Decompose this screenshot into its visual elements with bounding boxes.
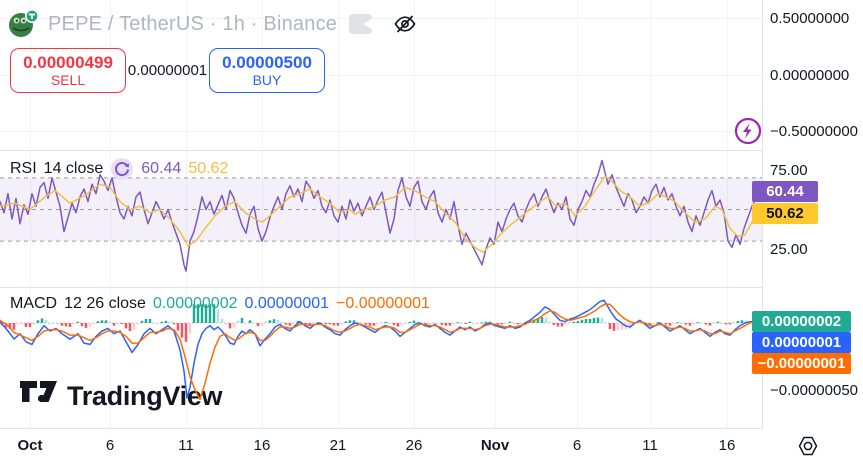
macd-title: MACD bbox=[10, 295, 58, 312]
time-tick-label: Nov bbox=[480, 437, 510, 454]
gridline bbox=[0, 131, 762, 132]
macd-line-badge: 0.00000001 bbox=[752, 332, 851, 353]
price-axis-label: 0.00000000 bbox=[770, 67, 850, 84]
macd-indicator-header[interactable]: MACD 12 26 close 0.00000002 0.00000001 −… bbox=[10, 295, 430, 313]
time-tick-label: 16 bbox=[253, 437, 271, 454]
time-tick-label: 21 bbox=[329, 437, 347, 454]
macd-axis-label: −0.00000050 bbox=[770, 382, 859, 399]
price-axis-label: −0.50000000 bbox=[770, 123, 859, 140]
macd-line-value: 0.00000001 bbox=[244, 295, 330, 312]
rsi-axis-label: 75.00 bbox=[770, 162, 808, 179]
pane-divider[interactable] bbox=[0, 287, 863, 288]
collapse-flag-icon[interactable] bbox=[349, 14, 373, 34]
sell-button[interactable]: 0.00000499 SELL bbox=[10, 48, 126, 93]
price-axis[interactable]: 0.50000000 0.00000000 −0.50000000 75.00 … bbox=[752, 0, 863, 463]
macd-hist-value: 0.00000002 bbox=[152, 295, 238, 312]
rsi-indicator-header[interactable]: RSI 14 close 60.44 50.62 bbox=[10, 157, 228, 181]
rsi-refresh-icon[interactable] bbox=[110, 157, 134, 181]
rsi-axis-label: 25.00 bbox=[770, 241, 808, 258]
buy-label: BUY bbox=[252, 72, 282, 88]
time-axis-settings-icon[interactable] bbox=[797, 435, 819, 462]
symbol-logo-pepe-icon bbox=[8, 9, 40, 39]
rsi-value: 60.44 bbox=[141, 160, 182, 177]
price-axis-label: 0.50000000 bbox=[770, 10, 850, 27]
buy-button[interactable]: 0.00000500 BUY bbox=[209, 48, 325, 93]
spread-value: 0.00000001 bbox=[127, 62, 208, 79]
time-tick-label: 6 bbox=[572, 437, 582, 454]
time-axis[interactable]: Oct 6 11 16 21 26 Nov 6 11 16 bbox=[0, 429, 863, 463]
time-tick-label: 26 bbox=[405, 437, 423, 454]
sell-label: SELL bbox=[50, 72, 86, 88]
chart-window: PEPE / TetherUS · 1h · Binance 0.0000049… bbox=[0, 0, 863, 463]
symbol-title[interactable]: PEPE / TetherUS · 1h · Binance bbox=[48, 13, 337, 36]
rsi-title: RSI bbox=[10, 160, 37, 177]
time-tick-label: 11 bbox=[642, 437, 658, 454]
pane-divider[interactable] bbox=[0, 150, 863, 151]
macd-signal-badge: −0.00000001 bbox=[752, 353, 851, 374]
time-tick-label: Oct bbox=[17, 437, 43, 454]
macd-signal-value: −0.00000001 bbox=[336, 295, 430, 312]
rsi-ma-value: 50.62 bbox=[188, 160, 229, 177]
time-tick-label: 16 bbox=[718, 437, 736, 454]
time-tick-label: 6 bbox=[105, 437, 115, 454]
instant-order-lightning-icon[interactable] bbox=[734, 117, 762, 150]
rsi-params: 14 close bbox=[43, 160, 104, 177]
sell-price: 0.00000499 bbox=[23, 53, 113, 72]
eye-hidden-icon[interactable] bbox=[393, 12, 417, 36]
rsi-value-badge: 60.44 bbox=[752, 181, 818, 202]
rsi-ma-value-badge: 50.62 bbox=[752, 203, 818, 224]
buy-price: 0.00000500 bbox=[222, 53, 312, 72]
time-tick-label: 11 bbox=[178, 437, 194, 454]
macd-hist-badge: 0.00000002 bbox=[752, 311, 851, 332]
macd-params: 12 26 close bbox=[64, 295, 146, 312]
